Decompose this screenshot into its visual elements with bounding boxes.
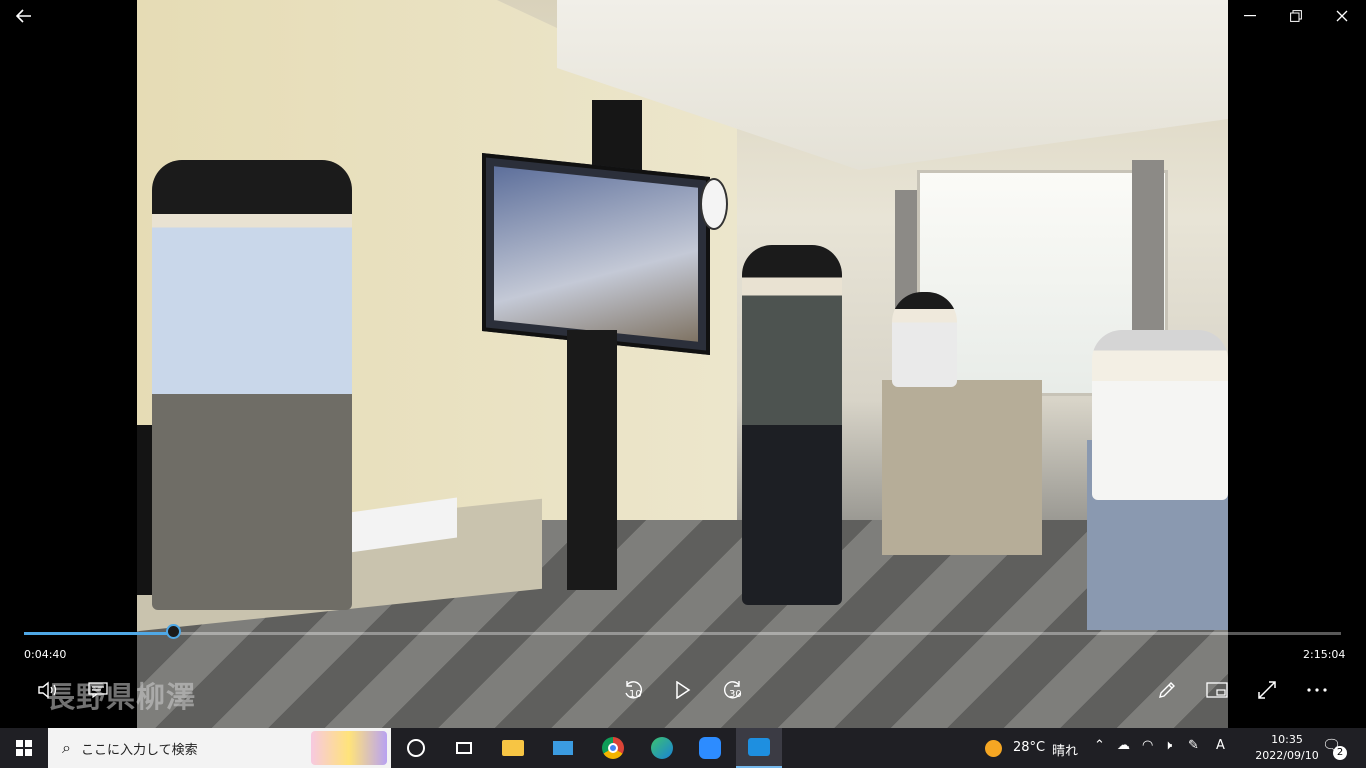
file-explorer-icon[interactable] [497,732,529,764]
zoom-icon[interactable] [694,732,726,764]
scene-clock [700,178,728,230]
fullscreen-icon[interactable] [1253,676,1281,704]
wifi-icon[interactable]: ◠ [1142,738,1153,753]
weather-temp[interactable]: 28°C [1013,740,1045,755]
rewind-label: 10 [629,689,642,700]
seek-bar[interactable] [24,624,1341,639]
clock-date: 2022/09/10 [1255,749,1319,762]
scene-person [892,292,957,387]
clock-time: 10:35 [1271,733,1303,746]
search-placeholder: ここに入力して検索 [80,742,198,758]
weather-condition[interactable]: 晴れ [1052,740,1078,759]
subtitles-icon[interactable] [84,676,112,704]
close-icon[interactable] [1328,0,1356,32]
scene-tv [482,153,710,355]
windows-logo-icon [16,740,32,756]
pen-tray-icon[interactable]: ✎ [1188,738,1199,753]
back-arrow-icon[interactable] [8,2,40,30]
weather-sun-icon [985,740,1002,757]
this-pc-icon[interactable] [547,732,579,764]
mini-view-icon[interactable] [1203,676,1231,704]
ime-icon[interactable]: A [1216,738,1225,753]
seek-progress [24,632,174,635]
chevron-up-icon[interactable]: ⌃ [1094,738,1105,753]
more-icon[interactable] [1303,676,1331,704]
current-time: 0:04:40 [24,648,67,661]
chrome-icon[interactable] [597,732,629,764]
total-time: 2:15:04 [1303,648,1346,661]
volume-icon[interactable] [34,676,62,704]
cortana-icon[interactable] [400,732,432,764]
forward-30-icon[interactable]: 30 [719,676,747,704]
video-player: 長野県柳澤 0:04:40 2:15:04 10 30 [0,0,1366,728]
minimize-icon[interactable] [1236,0,1264,32]
notification-badge: 2 [1333,746,1347,760]
scene-person [1092,330,1228,500]
forward-label: 30 [729,689,742,700]
rewind-10-icon[interactable]: 10 [619,676,647,704]
play-icon[interactable] [669,676,697,704]
search-highlight-illustration [311,731,387,765]
taskbar-search[interactable]: ⌕ ここに入力して検索 [48,728,391,768]
search-icon: ⌕ [62,738,71,757]
start-button[interactable] [0,728,48,768]
edge-icon[interactable] [646,732,678,764]
pencil-icon[interactable] [1153,676,1181,704]
task-view-icon[interactable] [448,732,480,764]
films-tv-icon[interactable] [736,728,782,768]
scene-podium [882,380,1042,555]
scene-person [152,160,352,610]
speaker-muted-icon[interactable]: 🕨 [1164,738,1172,753]
taskbar-clock[interactable]: 10:35 2022/09/10 [1249,732,1325,764]
scene-tv-stand [567,330,617,590]
scene-person [742,245,842,605]
onedrive-icon[interactable]: ☁ [1117,738,1130,753]
video-watermark: 長野県柳澤 [46,680,197,714]
video-frame[interactable] [137,0,1228,728]
restore-icon[interactable] [1282,0,1310,32]
taskbar: ⌕ ここに入力して検索 28°C 晴れ ⌃ ☁ ◠ 🕨 ✎ A 10:35 20… [0,728,1366,768]
